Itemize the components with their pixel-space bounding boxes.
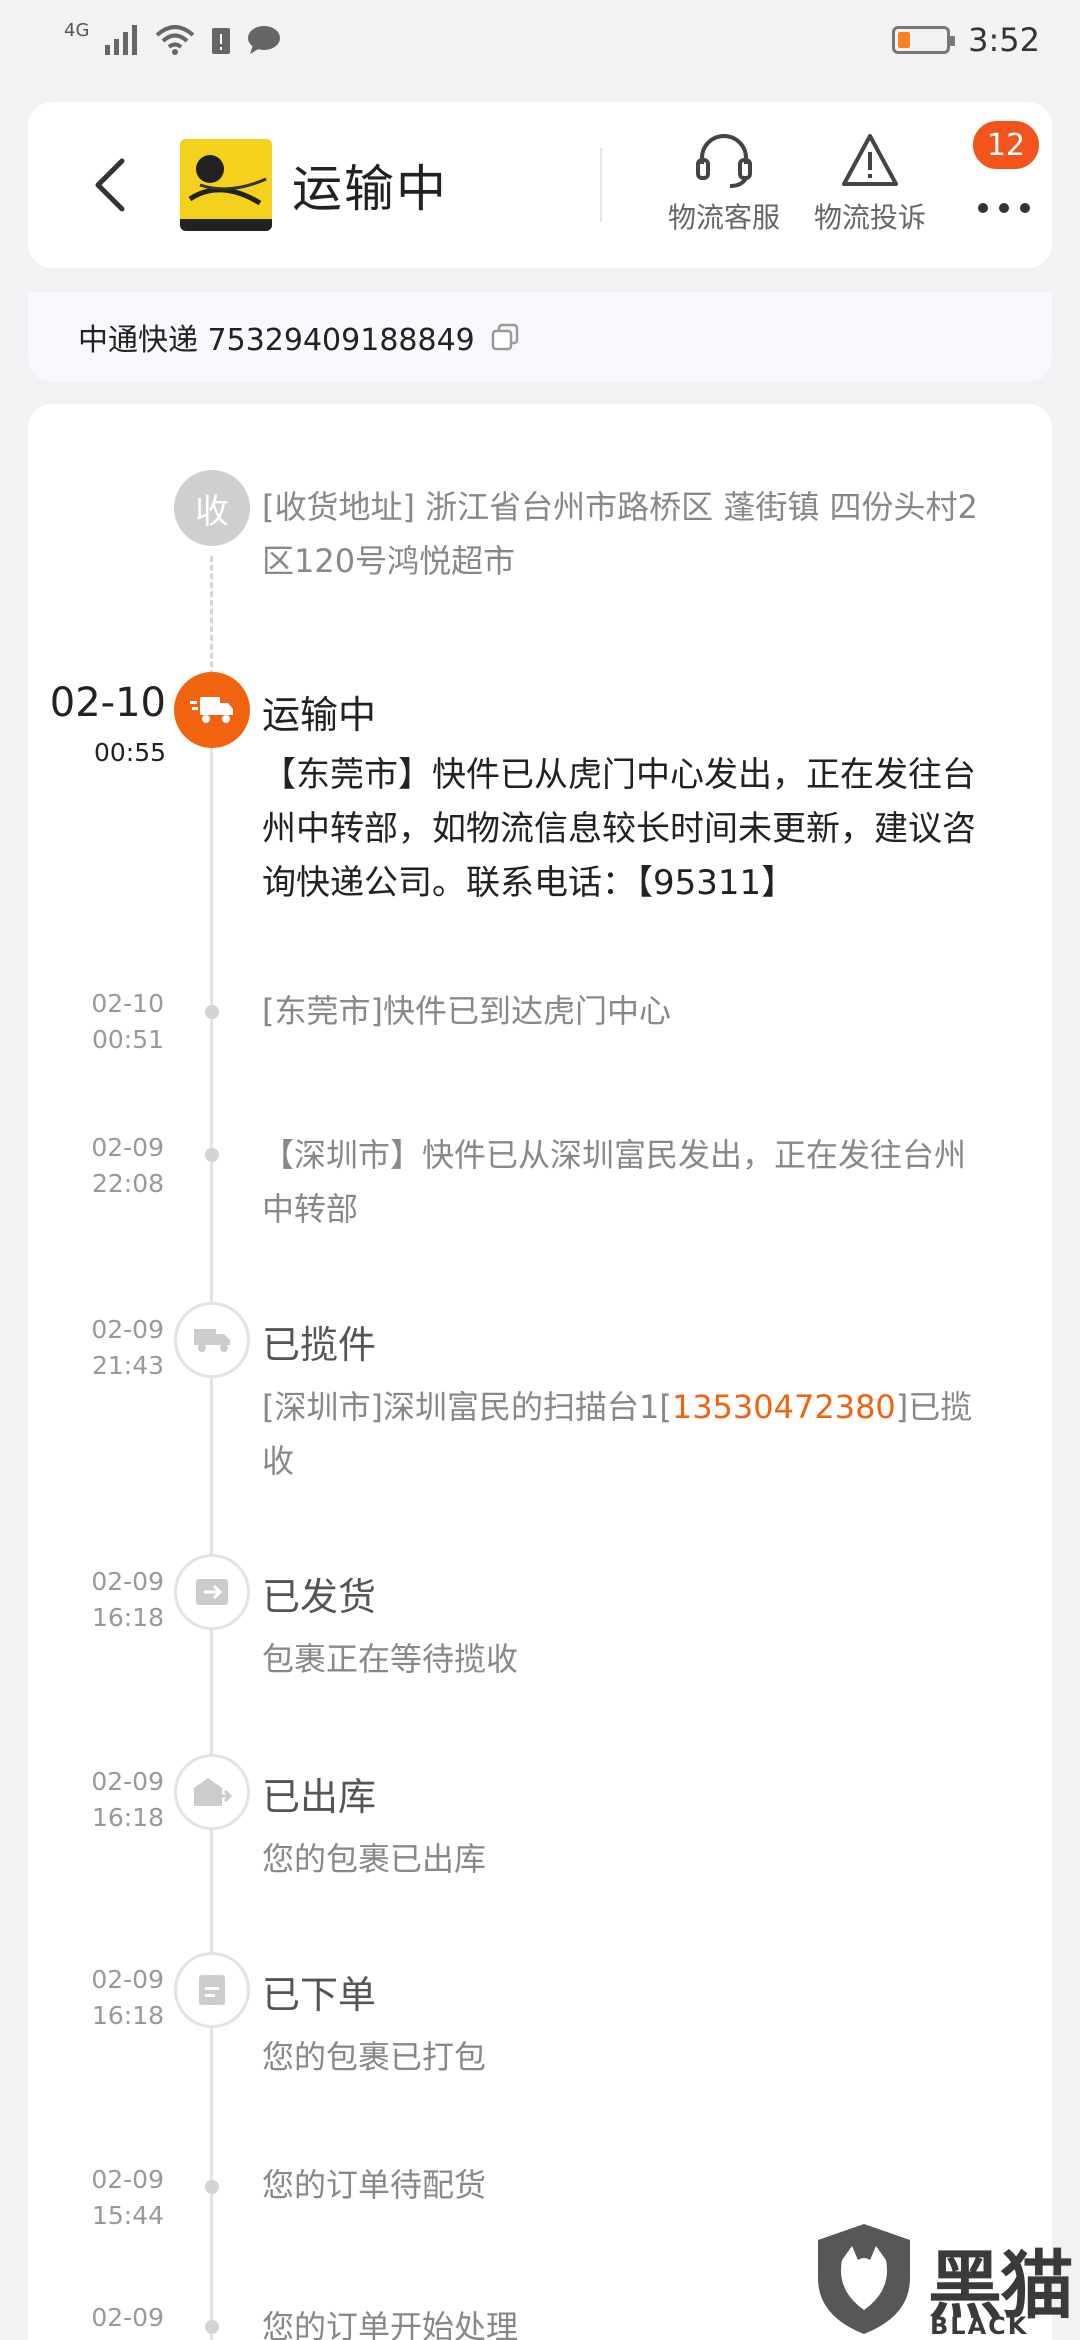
event-date: 02-09 bbox=[91, 1965, 164, 1994]
receive-badge-label: 收 bbox=[195, 491, 229, 532]
header-card: 运输中 物流客服 物流投诉 bbox=[28, 102, 1052, 268]
event-time: 16:18 bbox=[91, 1803, 164, 1832]
more-dots-icon bbox=[978, 203, 1030, 213]
copy-icon bbox=[491, 323, 519, 351]
message-icon bbox=[248, 26, 281, 54]
notification-badge: 12 bbox=[970, 118, 1042, 172]
more-button[interactable] bbox=[964, 168, 1044, 248]
cat-shield-icon bbox=[818, 2224, 910, 2334]
event-detail: 【深圳市】快件已从深圳富民发出，正在发往台州中转部 bbox=[262, 1136, 967, 1228]
event-title: 已出库 bbox=[262, 1775, 377, 1819]
page-title: 运输中 bbox=[292, 160, 448, 218]
timeline-dot bbox=[205, 1148, 219, 1162]
timeline-dot bbox=[205, 1005, 219, 1019]
document-icon bbox=[199, 1975, 225, 2005]
product-thumbnail[interactable] bbox=[180, 139, 272, 231]
event-timestamp: 02-09 15:44 bbox=[24, 2162, 164, 2234]
logistics-service-button[interactable]: 物流客服 bbox=[668, 130, 780, 236]
event-title: 已下单 bbox=[262, 1973, 377, 2017]
complaint-label: 物流投诉 bbox=[814, 201, 927, 234]
event-time: 16:18 bbox=[91, 2001, 164, 2030]
warehouse-icon bbox=[194, 1778, 232, 1806]
event-title: 已发货 bbox=[262, 1575, 377, 1619]
shipped-icon bbox=[196, 1579, 228, 1605]
courier-tracking-number: 中通快递 75329409188849 bbox=[78, 323, 475, 358]
battery-icon bbox=[892, 26, 956, 54]
event-time: 16:18 bbox=[91, 1603, 164, 1632]
event-time: 22:08 bbox=[91, 1169, 164, 1198]
event-timestamp: 02-09 16:18 bbox=[24, 1962, 164, 2034]
timeline-line bbox=[210, 714, 213, 2340]
back-button[interactable] bbox=[80, 155, 140, 215]
event-detail: 您的订单待配货 bbox=[262, 2166, 487, 2204]
event-date: 02-09 bbox=[91, 1315, 164, 1344]
service-label: 物流客服 bbox=[668, 201, 781, 234]
timeline-dot bbox=[205, 2320, 219, 2334]
event-date: 02-09 bbox=[91, 2303, 164, 2332]
event-timestamp: 02-09 16:18 bbox=[24, 1564, 164, 1636]
copy-button[interactable] bbox=[491, 323, 519, 351]
watermark-subtitle: BLACK CAT bbox=[930, 2312, 1029, 2340]
receive-address: [收货地址] 浙江省台州市路桥区 蓬街镇 四份头村2区120号鸿悦超市 bbox=[262, 488, 978, 580]
signal-icon bbox=[105, 25, 138, 55]
event-time: 15:44 bbox=[91, 2201, 164, 2230]
courier-phone-link[interactable]: 13530472380 bbox=[672, 1388, 896, 1426]
event-detail: 【东莞市】快件已从虎门中心发出，正在发往台州中转部，如物流信息较长时间未更新，建… bbox=[262, 755, 976, 903]
event-date: 02-09 bbox=[91, 1567, 164, 1596]
product-image bbox=[180, 139, 272, 231]
event-title: 运输中 bbox=[262, 693, 377, 737]
picked-up-node bbox=[174, 1302, 250, 1378]
in-transit-node bbox=[174, 672, 250, 748]
receive-address-badge: 收 bbox=[174, 470, 250, 546]
shipped-node bbox=[174, 1554, 250, 1630]
event-date: 02-09 bbox=[91, 1767, 164, 1796]
courier-card: 中通快递 75329409188849 bbox=[28, 292, 1052, 382]
headset-icon bbox=[696, 134, 752, 188]
event-timestamp: 02-09 21:43 bbox=[24, 1312, 164, 1384]
event-detail: 您的包裹已打包 bbox=[262, 2038, 487, 2076]
event-date: 02-09 bbox=[91, 2165, 164, 2194]
event-time: 00:55 bbox=[93, 738, 166, 767]
event-timestamp: 02-09 bbox=[24, 2300, 164, 2336]
order-placed-node bbox=[174, 1952, 250, 2028]
event-detail: 您的包裹已出库 bbox=[262, 1840, 487, 1878]
black-cat-watermark: 黑猫 BLACK CAT bbox=[808, 2220, 1078, 2340]
event-detail: 包裹正在等待揽收 bbox=[262, 1640, 519, 1678]
clock: 3:52 bbox=[968, 21, 1040, 59]
sim-alert-icon bbox=[212, 28, 231, 54]
event-timestamp: 02-10 00:51 bbox=[24, 986, 164, 1058]
out-of-warehouse-node bbox=[174, 1754, 250, 1830]
event-detail-prefix: [深圳市]深圳富民的扫描台1[ bbox=[262, 1388, 672, 1426]
status-bar: 4G 3:52 bbox=[0, 0, 1080, 80]
truck-icon bbox=[190, 697, 233, 723]
header-divider bbox=[600, 148, 602, 222]
event-detail: [东莞市]快件已到达虎门中心 bbox=[262, 992, 671, 1030]
wifi-icon bbox=[156, 25, 195, 55]
event-date: 02-10 bbox=[49, 680, 166, 726]
event-title: 已揽件 bbox=[262, 1323, 377, 1367]
timeline-dashed-line bbox=[210, 556, 213, 676]
logistics-complaint-button[interactable]: 物流投诉 bbox=[814, 130, 926, 236]
timeline-dot bbox=[205, 2180, 219, 2194]
chevron-left-icon bbox=[95, 158, 125, 212]
event-time: 21:43 bbox=[91, 1351, 164, 1380]
event-timestamp: 02-09 16:18 bbox=[24, 1764, 164, 1836]
truck-icon bbox=[194, 1329, 230, 1352]
event-date: 02-09 bbox=[91, 1133, 164, 1162]
event-date: 02-10 bbox=[91, 989, 164, 1018]
network-label: 4G bbox=[64, 19, 90, 41]
warning-icon bbox=[842, 134, 898, 186]
event-detail: [深圳市]深圳富民的扫描台1[13530472380]已揽收 bbox=[262, 1380, 992, 1488]
event-time: 00:51 bbox=[91, 1025, 164, 1054]
event-timestamp: 02-09 22:08 bbox=[24, 1130, 164, 1202]
